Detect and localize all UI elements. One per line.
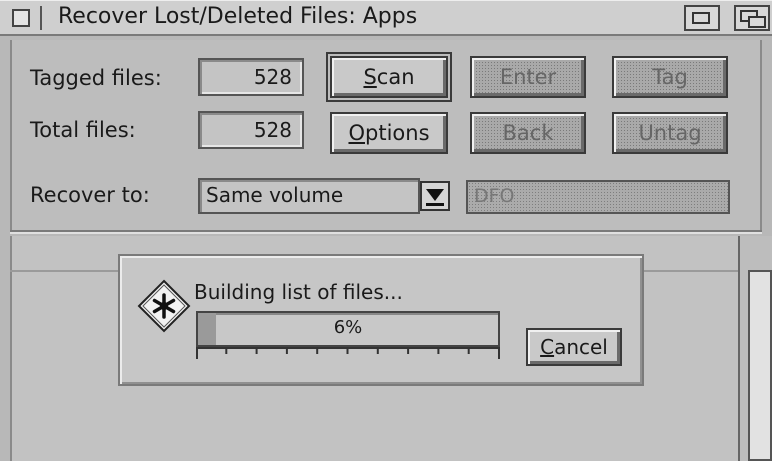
scrollbar-thumb[interactable]	[748, 270, 772, 461]
panel-divider	[10, 230, 762, 234]
cancel-button[interactable]: Cancel	[526, 328, 622, 366]
scan-button[interactable]: Scan	[326, 52, 452, 102]
close-box-icon[interactable]	[12, 9, 30, 27]
progress-percent: 6%	[333, 317, 363, 338]
progress-ticks	[196, 347, 500, 363]
scan-label: can	[376, 65, 415, 89]
zoom-icon[interactable]	[684, 5, 720, 31]
collapse-icon[interactable]	[734, 5, 770, 31]
total-files-label: Total files:	[30, 118, 136, 142]
recover-to-label: Recover to:	[30, 183, 150, 207]
window-title: Recover Lost/Deleted Files: Apps	[58, 4, 418, 29]
options-button[interactable]: Options	[330, 112, 448, 154]
enter-button[interactable]: Enter	[470, 56, 586, 98]
untag-button[interactable]: Untag	[612, 112, 728, 154]
tag-button[interactable]: Tag	[612, 56, 728, 98]
options-label: ptions	[365, 121, 430, 145]
options-mnemonic: O	[348, 121, 366, 145]
progress-message: Building list of files...	[194, 280, 403, 304]
tagged-files-label: Tagged files:	[30, 66, 162, 90]
back-button[interactable]: Back	[470, 112, 586, 154]
progress-bar: 6%	[196, 311, 500, 347]
total-files-value: 528	[198, 111, 304, 149]
cancel-label: ancel	[554, 335, 608, 359]
recover-to-select[interactable]: Same volume	[198, 178, 420, 214]
tagged-files-value: 528	[198, 58, 304, 96]
scan-mnemonic: S	[363, 65, 377, 89]
cancel-mnemonic: C	[540, 335, 555, 359]
title-divider	[40, 6, 42, 30]
destination-field: DFO	[466, 180, 730, 214]
dropdown-arrow-icon[interactable]	[420, 181, 450, 211]
asterisk-diamond-icon	[136, 278, 192, 334]
